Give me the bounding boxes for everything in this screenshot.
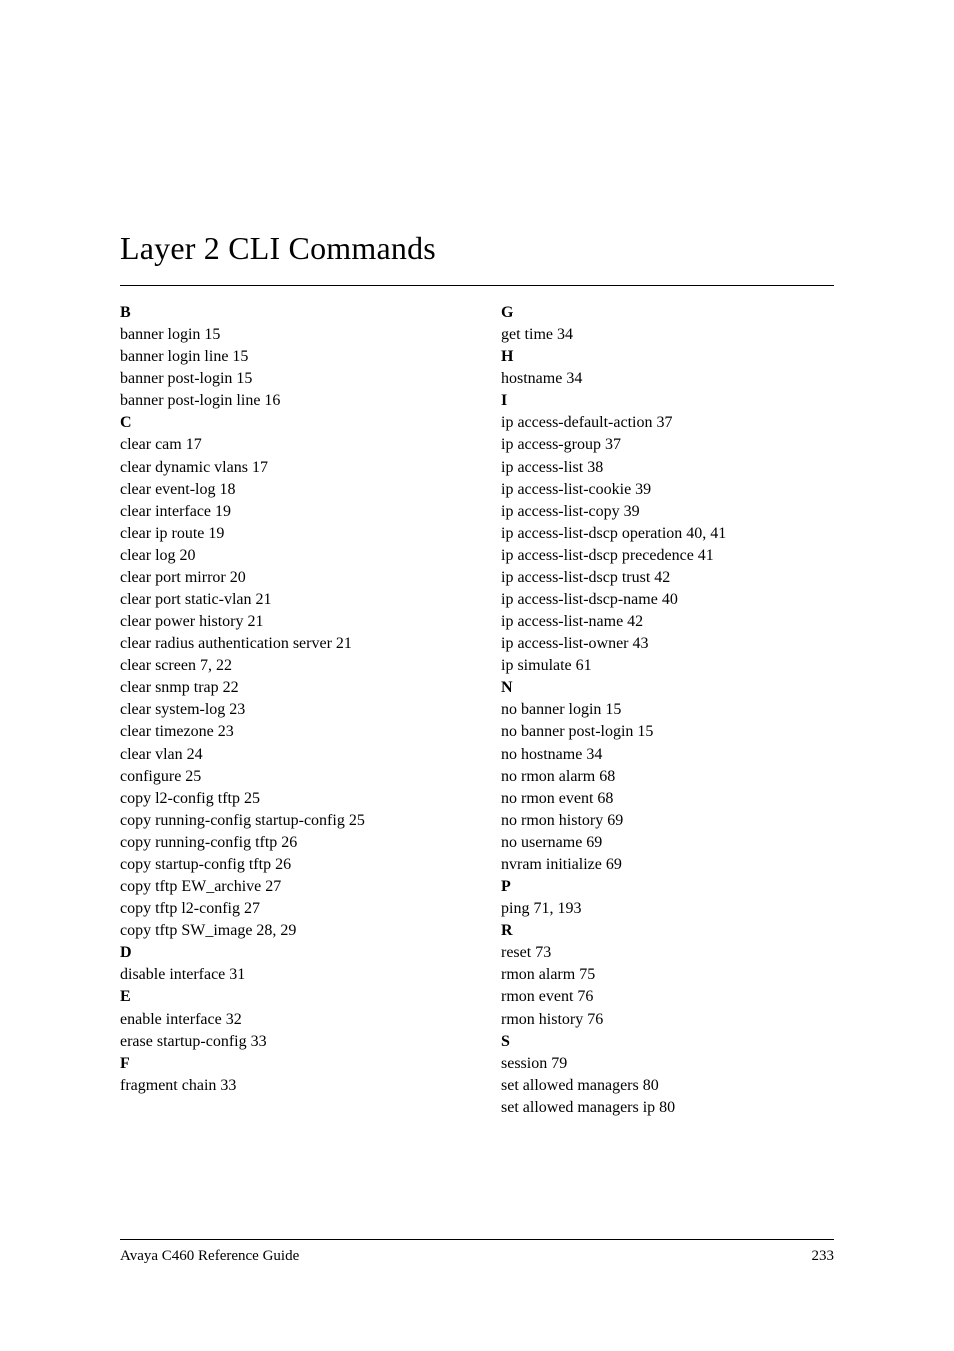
index-entry: erase startup-config 33 — [120, 1031, 453, 1053]
index-entry: ip access-list-cookie 39 — [501, 479, 834, 501]
index-entry: no banner login 15 — [501, 699, 834, 721]
index-entry: clear snmp trap 22 — [120, 677, 453, 699]
index-entry: clear port mirror 20 — [120, 567, 453, 589]
index-entry: no banner post-login 15 — [501, 721, 834, 743]
index-section-head: D — [120, 942, 453, 964]
index-entry: copy tftp SW_image 28, 29 — [120, 920, 453, 942]
index-entry: clear radius authentication server 21 — [120, 633, 453, 655]
index-section-head: R — [501, 920, 834, 942]
index-entry: copy startup-config tftp 26 — [120, 854, 453, 876]
index-entry: clear screen 7, 22 — [120, 655, 453, 677]
index-section-head: H — [501, 346, 834, 368]
index-entry: configure 25 — [120, 766, 453, 788]
index-section-head: I — [501, 390, 834, 412]
index-entry: ip access-list-dscp-name 40 — [501, 589, 834, 611]
page: Layer 2 CLI Commands Bbanner login 15ban… — [0, 0, 954, 1351]
index-section-head: B — [120, 302, 453, 324]
index-entry: ip access-default-action 37 — [501, 412, 834, 434]
index-entry: ip simulate 61 — [501, 655, 834, 677]
index-entry: clear ip route 19 — [120, 523, 453, 545]
index-section-head: G — [501, 302, 834, 324]
index-entry: get time 34 — [501, 324, 834, 346]
index-column-right: Gget time 34Hhostname 34Iip access-defau… — [501, 302, 834, 1119]
footer-left-text: Avaya C460 Reference Guide — [120, 1248, 299, 1265]
index-entry: ip access-list 38 — [501, 457, 834, 479]
index-entry: clear vlan 24 — [120, 744, 453, 766]
index-section-head: N — [501, 677, 834, 699]
index-entry: ping 71, 193 — [501, 898, 834, 920]
index-entry: copy tftp EW_archive 27 — [120, 876, 453, 898]
index-entry: reset 73 — [501, 942, 834, 964]
index-entry: fragment chain 33 — [120, 1075, 453, 1097]
index-column-left: Bbanner login 15banner login line 15bann… — [120, 302, 453, 1119]
index-entry: banner login 15 — [120, 324, 453, 346]
index-entry: no rmon history 69 — [501, 810, 834, 832]
index-entry: clear dynamic vlans 17 — [120, 457, 453, 479]
index-entry: copy running-config startup-config 25 — [120, 810, 453, 832]
index-entry: rmon history 76 — [501, 1009, 834, 1031]
index-entry: clear port static-vlan 21 — [120, 589, 453, 611]
index-entry: session 79 — [501, 1053, 834, 1075]
index-entry: clear system-log 23 — [120, 699, 453, 721]
index-section-head: C — [120, 412, 453, 434]
page-title: Layer 2 CLI Commands — [120, 230, 834, 267]
index-entry: copy tftp l2-config 27 — [120, 898, 453, 920]
index-entry: banner post-login 15 — [120, 368, 453, 390]
title-rule — [120, 285, 834, 286]
index-entry: disable interface 31 — [120, 964, 453, 986]
index-entry: enable interface 32 — [120, 1009, 453, 1031]
index-entry: ip access-group 37 — [501, 434, 834, 456]
index-entry: no rmon event 68 — [501, 788, 834, 810]
footer-rule — [120, 1239, 834, 1240]
index-entry: ip access-list-name 42 — [501, 611, 834, 633]
index-entry: rmon alarm 75 — [501, 964, 834, 986]
index-entry: ip access-list-dscp precedence 41 — [501, 545, 834, 567]
index-section-head: P — [501, 876, 834, 898]
index-section-head: S — [501, 1031, 834, 1053]
index-entry: no hostname 34 — [501, 744, 834, 766]
index-entry: nvram initialize 69 — [501, 854, 834, 876]
page-footer: Avaya C460 Reference Guide 233 — [120, 1239, 834, 1265]
footer-row: Avaya C460 Reference Guide 233 — [120, 1248, 834, 1265]
index-entry: banner login line 15 — [120, 346, 453, 368]
index-entry: hostname 34 — [501, 368, 834, 390]
index-entry: no username 69 — [501, 832, 834, 854]
index-entry: clear interface 19 — [120, 501, 453, 523]
index-entry: clear log 20 — [120, 545, 453, 567]
index-entry: clear power history 21 — [120, 611, 453, 633]
index-entry: set allowed managers 80 — [501, 1075, 834, 1097]
index-entry: no rmon alarm 68 — [501, 766, 834, 788]
index-entry: clear timezone 23 — [120, 721, 453, 743]
index-entry: ip access-list-dscp trust 42 — [501, 567, 834, 589]
index-entry: ip access-list-copy 39 — [501, 501, 834, 523]
index-entry: clear cam 17 — [120, 434, 453, 456]
index-entry: rmon event 76 — [501, 986, 834, 1008]
index-entry: ip access-list-dscp operation 40, 41 — [501, 523, 834, 545]
footer-page-number: 233 — [812, 1248, 835, 1265]
index-entry: ip access-list-owner 43 — [501, 633, 834, 655]
index-entry: banner post-login line 16 — [120, 390, 453, 412]
index-entry: copy running-config tftp 26 — [120, 832, 453, 854]
index-section-head: F — [120, 1053, 453, 1075]
index-entry: clear event-log 18 — [120, 479, 453, 501]
index-entry: set allowed managers ip 80 — [501, 1097, 834, 1119]
index-entry: copy l2-config tftp 25 — [120, 788, 453, 810]
index-section-head: E — [120, 986, 453, 1008]
index-columns: Bbanner login 15banner login line 15bann… — [120, 302, 834, 1119]
